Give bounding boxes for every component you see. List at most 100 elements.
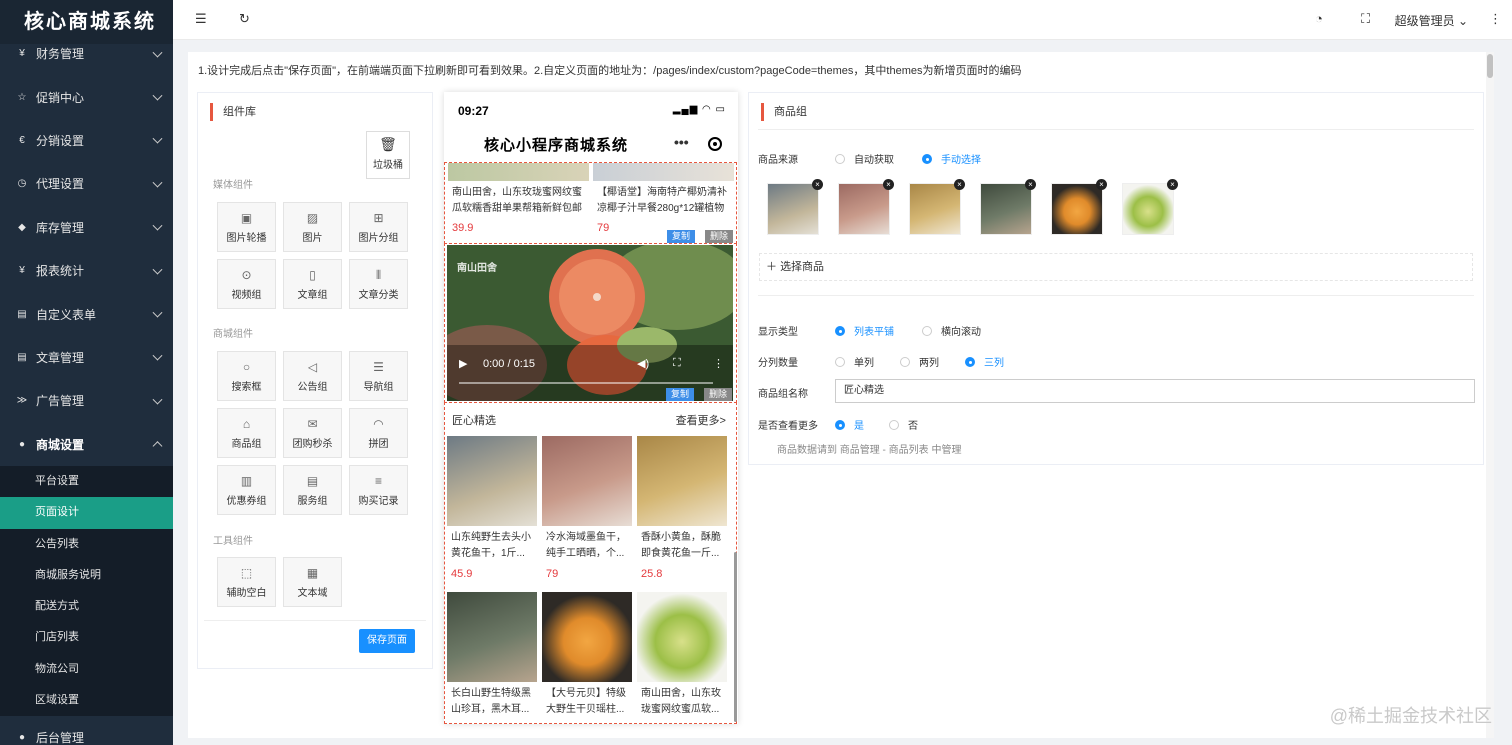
copy-block-button[interactable]: 复制 — [666, 388, 694, 401]
sidebar-item-agent[interactable]: ◷ 代理设置 — [0, 162, 173, 205]
more-vertical-icon[interactable]: ⋮ — [1489, 11, 1502, 27]
library-title: 组件库 — [210, 103, 256, 121]
selected-product-thumb[interactable] — [980, 183, 1032, 235]
sidebar-subitem-stores[interactable]: 门店列表 — [0, 622, 173, 653]
capsule-close-icon[interactable] — [708, 137, 722, 151]
comp-product-group[interactable]: ⌂ 商品组 — [217, 408, 276, 458]
globe-icon: ● — [18, 438, 26, 450]
chevron-down-icon — [152, 134, 163, 145]
source-manual-radio[interactable]: 手动选择 — [922, 151, 981, 166]
product-price: 39.9 — [452, 222, 474, 234]
group-name-input[interactable]: 匠心精选 — [835, 379, 1475, 403]
trash-bin[interactable]: 🗑 垃圾桶 — [366, 131, 410, 179]
sidebar-item-mall-settings[interactable]: ● 商城设置 — [0, 423, 173, 466]
play-icon[interactable]: ▶ — [459, 357, 467, 370]
selected-product-thumb[interactable] — [767, 183, 819, 235]
comp-search[interactable]: ○ 搜索框 — [217, 351, 276, 401]
fullscreen-icon[interactable]: ⛶ — [1361, 11, 1370, 27]
selected-product-thumb[interactable] — [1051, 183, 1103, 235]
comp-group-buy[interactable]: ◠ 拼团 — [349, 408, 408, 458]
more-vertical-icon[interactable]: ⋮ — [713, 357, 724, 370]
topbar: ☰ ↻ ◔ ⛶ 超级管理员 ⌄ ⋮ — [173, 0, 1512, 40]
comp-label: 服务组 — [297, 496, 328, 507]
more-dots-icon[interactable]: ••• — [674, 134, 689, 150]
mini-app-header: 核心小程序商城系统 ••• — [444, 128, 738, 160]
comp-image[interactable]: ▨ 图片 — [283, 202, 342, 252]
selected-product-thumb[interactable] — [838, 183, 890, 235]
block-product-row[interactable]: 南山田舍，山东玫珑蜜网纹蜜瓜软糯香甜单果帮箱新鲜包邮 【椰语堂】海南特产椰奶清补… — [444, 162, 737, 244]
sidebar-item-reports[interactable]: ¥ 报表统计 — [0, 249, 173, 292]
view-more-no-radio[interactable]: 否 — [889, 417, 918, 432]
menu-fold-icon[interactable]: ☰ — [195, 11, 207, 27]
fullscreen-icon[interactable]: ⛶ — [673, 357, 681, 370]
display-list-radio[interactable]: 列表平铺 — [835, 323, 894, 338]
comp-image-group[interactable]: ⊞ 图片分组 — [349, 202, 408, 252]
user-menu[interactable]: 超级管理员 ⌄ — [1395, 12, 1468, 29]
sidebar-subitem-announcements[interactable]: 公告列表 — [0, 529, 173, 560]
image-carousel-icon: ▣ — [240, 211, 253, 225]
sidebar-item-label: 后台管理 — [36, 731, 85, 745]
comp-flash-sale[interactable]: ✉ 团购秒杀 — [283, 408, 342, 458]
choose-products-button[interactable]: ＋ 选择商品 — [759, 253, 1473, 281]
remove-product-icon[interactable]: × — [1025, 179, 1036, 190]
display-scroll-radio[interactable]: 横向滚动 — [922, 323, 981, 338]
product-image — [637, 592, 727, 682]
scroll-thumb[interactable] — [1487, 54, 1493, 78]
columns-2-radio[interactable]: 两列 — [900, 354, 939, 369]
remove-product-icon[interactable]: × — [1096, 179, 1107, 190]
remove-product-icon[interactable]: × — [883, 179, 894, 190]
sidebar-subitem-delivery[interactable]: 配送方式 — [0, 591, 173, 622]
sidebar-item-articles[interactable]: ▤ 文章管理 — [0, 336, 173, 379]
comp-purchase-record[interactable]: ≡ 购买记录 — [349, 465, 408, 515]
sidebar-subitem-logistics[interactable]: 物流公司 — [0, 654, 173, 685]
dashboard-icon[interactable]: ◔ — [1315, 11, 1323, 26]
sidebar-item-admin[interactable]: ● 后台管理 — [0, 716, 173, 745]
comp-image-carousel[interactable]: ▣ 图片轮播 — [217, 202, 276, 252]
volume-icon[interactable]: ◀) — [637, 357, 649, 370]
sidebar-item-finance[interactable]: ¥ 财务管理 — [0, 32, 173, 75]
selected-product-thumb[interactable] — [1122, 183, 1174, 235]
view-more-link[interactable]: 查看更多> — [676, 412, 726, 428]
mini-app-title: 核心小程序商城系统 — [484, 137, 629, 154]
sidebar-subitem-region[interactable]: 区域设置 — [0, 685, 173, 716]
video-progress-bar[interactable] — [459, 382, 713, 384]
yen-icon: ¥ — [19, 265, 25, 277]
refresh-icon[interactable]: ↻ — [239, 11, 250, 27]
page-scrollbar[interactable] — [1486, 52, 1494, 738]
columns-1-radio[interactable]: 单列 — [835, 354, 874, 369]
view-more-yes-radio[interactable]: 是 — [835, 417, 864, 432]
comp-textarea[interactable]: ▦ 文本域 — [283, 557, 342, 607]
sidebar-subitem-service-desc[interactable]: 商城服务说明 — [0, 560, 173, 591]
remove-product-icon[interactable]: × — [1167, 179, 1178, 190]
comp-spacer[interactable]: ⬚ 辅助空白 — [217, 557, 276, 607]
columns-3-radio[interactable]: 三列 — [965, 354, 1004, 369]
remove-product-icon[interactable]: × — [954, 179, 965, 190]
phone-scrollbar[interactable] — [734, 552, 737, 722]
comp-video-group[interactable]: ⊙ 视频组 — [217, 259, 276, 309]
delete-block-button[interactable]: 删除 — [704, 388, 732, 401]
comp-article-category[interactable]: ⫴ 文章分类 — [349, 259, 408, 309]
sidebar-item-inventory[interactable]: ◆ 库存管理 — [0, 206, 173, 249]
sidebar-item-promotion[interactable]: ☆ 促销中心 — [0, 75, 173, 118]
selected-product-thumb[interactable] — [909, 183, 961, 235]
sidebar-item-distribution[interactable]: € 分销设置 — [0, 119, 173, 162]
copy-block-button[interactable]: 复制 — [667, 230, 695, 243]
delete-block-button[interactable]: 删除 — [705, 230, 733, 243]
sidebar-item-ads[interactable]: ≫ 广告管理 — [0, 379, 173, 422]
comp-coupon[interactable]: ▥ 优惠券组 — [217, 465, 276, 515]
comp-service[interactable]: ▤ 服务组 — [283, 465, 342, 515]
save-page-button[interactable]: 保存页面 — [359, 629, 415, 653]
sidebar-item-custom-form[interactable]: ▤ 自定义表单 — [0, 292, 173, 335]
remove-product-icon[interactable]: × — [812, 179, 823, 190]
sidebar-subitem-platform[interactable]: 平台设置 — [0, 466, 173, 497]
chevron-down-icon — [152, 47, 163, 58]
source-auto-radio[interactable]: 自动获取 — [835, 151, 894, 166]
sidebar-item-label: 广告管理 — [36, 394, 85, 409]
comp-notice[interactable]: ◁ 公告组 — [283, 351, 342, 401]
speaker-icon: ◁ — [307, 360, 318, 374]
video-player[interactable]: 南山田舍 ▶ 0:00 / 0:15 ◀) ⛶ ⋮ — [447, 245, 733, 401]
sidebar-subitem-page-design[interactable]: 页面设计 — [0, 497, 173, 529]
comp-label: 视频组 — [231, 290, 262, 301]
comp-article-group[interactable]: ▯ 文章组 — [283, 259, 342, 309]
comp-nav[interactable]: ☰ 导航组 — [349, 351, 408, 401]
